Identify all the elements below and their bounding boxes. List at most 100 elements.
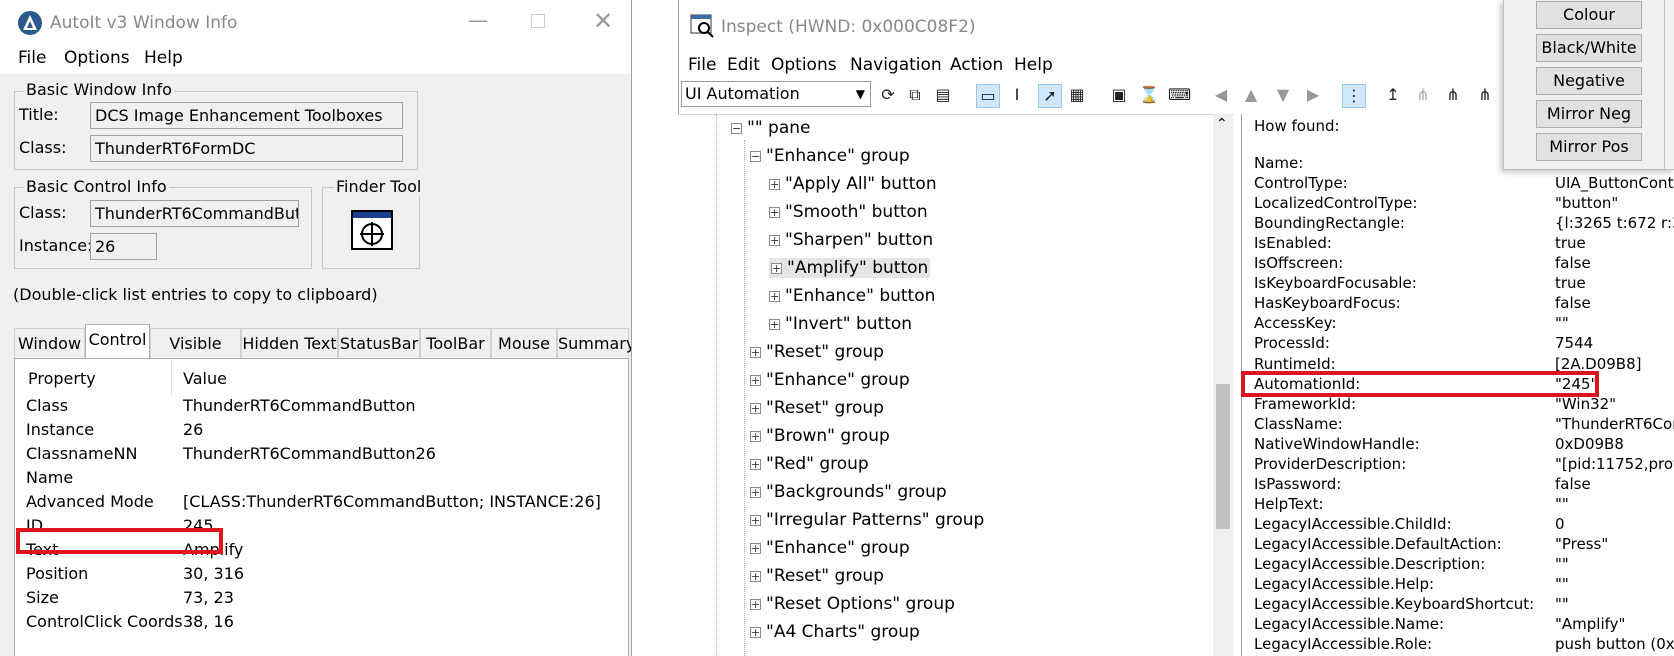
detail-label[interactable]: IsKeyboardFocusable: <box>1254 274 1417 292</box>
expand-icon[interactable]: + <box>769 178 780 190</box>
mode-dropdown[interactable]: UI Automation ▼ <box>681 81 871 107</box>
row-advanced-mode-property[interactable]: Advanced Mode <box>26 492 154 511</box>
detail-label[interactable]: LegacyIAccessible.Role: <box>1254 635 1432 653</box>
row-classnamenn-value[interactable]: ThunderRT6CommandButton26 <box>183 444 436 463</box>
detail-value[interactable]: "button" <box>1555 194 1618 212</box>
copy-icon[interactable]: ⧉ <box>904 84 926 106</box>
maximize-icon[interactable] <box>531 14 545 28</box>
detail-label[interactable]: LegacyIAccessible.Help: <box>1254 575 1434 593</box>
detail-value[interactable]: "" <box>1555 555 1569 573</box>
row-class-property[interactable]: Class <box>26 396 68 415</box>
inspect-menu-file[interactable]: File <box>688 55 716 75</box>
properties-icon[interactable]: ▤ <box>932 84 954 106</box>
detail-value[interactable]: {l:3265 t:672 r:33 <box>1555 214 1674 232</box>
finder-target-icon[interactable] <box>351 210 393 250</box>
autoit-titlebar[interactable]: AutoIt v3 Window Info — ✕ <box>0 0 631 44</box>
tab-hidden-text[interactable]: Hidden Text <box>241 328 338 358</box>
tree-item[interactable]: + "Enhance" group <box>750 538 910 558</box>
detail-value[interactable]: 0xD09B8 <box>1555 435 1624 453</box>
menu-help[interactable]: Help <box>144 48 183 68</box>
frame-icon[interactable]: ▣ <box>1108 84 1130 106</box>
expand-icon[interactable]: + <box>750 486 761 498</box>
tree-item[interactable]: + "Apply All" button <box>769 174 937 194</box>
close-icon[interactable]: ✕ <box>593 7 613 35</box>
children-icon[interactable]: ⋔ <box>1442 84 1464 106</box>
expand-icon[interactable]: + <box>769 206 780 218</box>
negative-button[interactable]: Negative <box>1536 67 1642 95</box>
arrow-up-icon[interactable]: ▲ <box>1240 84 1262 106</box>
expand-icon[interactable]: + <box>769 290 780 302</box>
tree-item[interactable]: + "Reset" group <box>750 566 884 586</box>
expand-icon[interactable]: + <box>750 598 761 610</box>
expand-icon[interactable]: + <box>750 374 761 386</box>
collapse-icon[interactable]: − <box>750 150 761 162</box>
hourglass-icon[interactable]: ⌛ <box>1138 84 1160 106</box>
detail-label[interactable]: NativeWindowHandle: <box>1254 435 1420 453</box>
menu-options[interactable]: Options <box>64 48 130 68</box>
detail-value[interactable]: "Amplify" <box>1555 615 1625 633</box>
inspect-menu-options[interactable]: Options <box>771 55 837 75</box>
detail-label[interactable]: BoundingRectangle: <box>1254 214 1405 232</box>
row-position-value[interactable]: 30, 316 <box>183 564 244 583</box>
detail-value[interactable]: true <box>1555 234 1586 252</box>
expand-icon[interactable]: + <box>750 402 761 414</box>
tab-summary[interactable]: Summary <box>557 328 631 358</box>
tree-item[interactable]: + "Reset" group <box>750 342 884 362</box>
expand-icon[interactable]: + <box>750 626 761 638</box>
tab-toolbar[interactable]: ToolBar <box>420 328 491 358</box>
refresh-icon[interactable]: ⟳ <box>877 84 899 106</box>
expand-icon[interactable]: + <box>750 458 761 470</box>
detail-label[interactable]: IsOffscreen: <box>1254 254 1343 272</box>
inspect-menu-action[interactable]: Action <box>950 55 1003 75</box>
detail-label[interactable]: HasKeyboardFocus: <box>1254 294 1401 312</box>
window-class-field[interactable]: ThunderRT6FormDC <box>90 135 403 162</box>
column-header-value[interactable]: Value <box>183 369 227 388</box>
arrow-down-icon[interactable]: ▼ <box>1272 84 1294 106</box>
expand-icon[interactable]: + <box>750 346 761 358</box>
detail-value[interactable]: "" <box>1555 495 1569 513</box>
instance-field[interactable]: 26 <box>90 233 157 260</box>
detail-label[interactable]: ControlType: <box>1254 174 1348 192</box>
row-name-property[interactable]: Name <box>26 468 73 487</box>
collapse-icon[interactable]: − <box>731 122 742 134</box>
row-position-property[interactable]: Position <box>26 564 88 583</box>
column-header-property[interactable]: Property <box>28 369 96 388</box>
detail-label[interactable]: ProcessId: <box>1254 334 1330 352</box>
detail-label[interactable]: LegacyIAccessible.Name: <box>1254 615 1444 633</box>
detail-value[interactable]: false <box>1555 254 1591 272</box>
row-controlclick-property[interactable]: ControlClick Coords <box>26 612 183 631</box>
detail-label[interactable]: IsEnabled: <box>1254 234 1332 252</box>
detail-value[interactable]: 7544 <box>1555 334 1593 352</box>
expand-icon[interactable]: + <box>769 318 780 330</box>
expand-icon[interactable]: + <box>750 570 761 582</box>
tree-node-icon[interactable]: ⋔ <box>1412 84 1434 106</box>
row-class-value[interactable]: ThunderRT6CommandButton <box>183 396 416 415</box>
tab-statusbar[interactable]: StatusBar <box>338 328 420 358</box>
tab-control[interactable]: Control <box>85 324 150 359</box>
expand-icon[interactable]: + <box>771 262 782 274</box>
title-field[interactable]: DCS Image Enhancement Toolboxes <box>90 102 403 129</box>
detail-label[interactable]: LegacyIAccessible.ChildId: <box>1254 515 1452 533</box>
parent-icon[interactable]: ↥ <box>1382 84 1404 106</box>
detail-label[interactable]: IsPassword: <box>1254 475 1341 493</box>
arrow-right-icon[interactable]: ▶ <box>1302 84 1324 106</box>
scroll-up-icon[interactable]: ⌃ <box>1216 116 1228 132</box>
tree-item[interactable]: + "A4 Charts" group <box>750 622 920 642</box>
rectangle-select-icon[interactable]: ▭ <box>976 84 1000 108</box>
pointer-icon[interactable]: ➚ <box>1038 84 1062 108</box>
detail-value[interactable]: "[pid:11752,provi <box>1555 455 1674 473</box>
detail-label[interactable]: Name: <box>1254 154 1303 172</box>
row-classnamenn-property[interactable]: ClassnameNN <box>26 444 137 463</box>
menu-file[interactable]: File <box>18 48 46 68</box>
detail-label[interactable]: ClassName: <box>1254 415 1343 433</box>
detail-label[interactable]: ProviderDescription: <box>1254 455 1406 473</box>
tree-item[interactable]: + "Reset Options" group <box>750 594 955 614</box>
tree-item[interactable]: − "Enhance" group <box>750 146 910 166</box>
tree-item[interactable]: + "Sharpen" button <box>769 230 933 250</box>
control-class-field[interactable]: ThunderRT6CommandButton <box>90 200 299 227</box>
tree-item[interactable]: + "Amplify" button <box>769 258 931 278</box>
tree-scrollbar[interactable]: ⌃ <box>1213 114 1233 656</box>
minimize-icon[interactable]: — <box>468 8 488 32</box>
tab-visible-text[interactable]: Visible Text <box>150 328 241 383</box>
detail-value[interactable]: "Press" <box>1555 535 1608 553</box>
